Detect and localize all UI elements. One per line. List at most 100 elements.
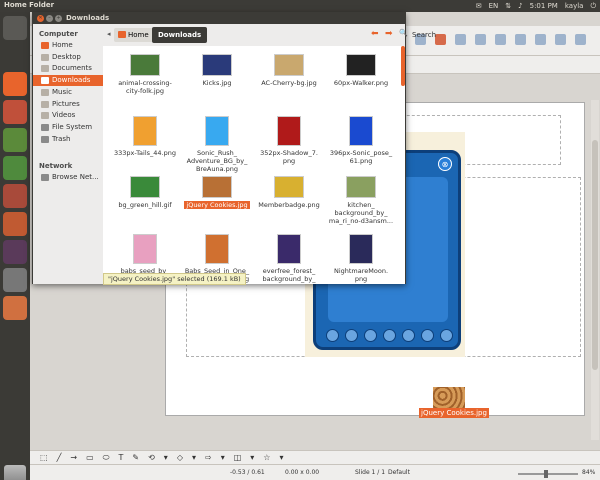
gallery-icon[interactable] — [575, 34, 586, 45]
image-icon[interactable] — [535, 34, 546, 45]
dragged-file-thumbnail[interactable] — [433, 387, 465, 409]
draw-tool-icon[interactable]: ▾ — [192, 453, 196, 462]
network-indicator-icon[interactable]: ⇅ — [505, 2, 511, 10]
file-name: everfree_forest_ background_by_ somepony… — [253, 267, 325, 284]
sidebar-item-music[interactable]: Music — [33, 87, 103, 98]
vertical-scrollbar[interactable] — [591, 100, 599, 440]
guide-icon[interactable] — [475, 34, 486, 45]
sidebar-item-file-system[interactable]: File System — [33, 122, 103, 133]
draw-tool-icon[interactable]: ✎ — [132, 453, 139, 462]
files-app-icon[interactable] — [3, 72, 27, 96]
icon-view-scrollbar[interactable] — [401, 46, 405, 86]
forward-arrow-icon[interactable]: ➡ — [385, 29, 393, 39]
sidebar-item-desktop[interactable]: Desktop — [33, 52, 103, 63]
chart-icon[interactable] — [515, 34, 526, 45]
path-button-downloads[interactable]: Downloads — [152, 27, 208, 43]
volume-indicator-icon[interactable]: ♪ — [518, 2, 522, 10]
impress-icon[interactable] — [3, 184, 27, 208]
sidebar-item-downloads[interactable]: Downloads — [33, 75, 103, 87]
draw-tool-icon[interactable]: ⬭ — [103, 453, 110, 463]
file-thumbnail — [349, 234, 373, 264]
sidebar-item-label: Music — [52, 87, 72, 96]
fontwork-icon[interactable] — [555, 34, 566, 45]
file-name-text: Memberbadge.png — [258, 201, 320, 209]
draw-tool-icon[interactable]: ⇨ — [205, 453, 212, 462]
user-name[interactable]: kayla — [565, 2, 584, 10]
back-arrow-icon[interactable]: ⬅ — [371, 29, 379, 39]
draw-tool-icon[interactable]: ⟲ — [148, 453, 155, 462]
scrollbar-thumb[interactable] — [592, 140, 598, 370]
file-item[interactable]: bg_green_hill.gif — [109, 176, 181, 209]
draw-tool-icon[interactable]: ▾ — [279, 453, 283, 462]
indicator-area: ✉ EN ⇅ ♪ 5:01 PM kayla ⏻ — [476, 0, 596, 12]
sidebar-item-browse-network[interactable]: Browse Net... — [33, 172, 103, 183]
window-titlebar[interactable]: ✕ – + Downloads — [33, 13, 405, 24]
file-item[interactable]: animal-crossing- city-folk.jpg — [109, 54, 181, 95]
draw-tool-icon[interactable]: ╱ — [57, 453, 62, 462]
file-item[interactable]: 352px-Shadow_7. png — [253, 116, 325, 165]
top-panel: Home Folder ✉ EN ⇅ ♪ 5:01 PM kayla ⏻ — [0, 0, 600, 12]
clock[interactable]: 5:01 PM — [530, 2, 558, 10]
settings-icon[interactable] — [3, 268, 27, 292]
table-icon[interactable] — [495, 34, 506, 45]
search-icon[interactable]: 🔍 — [399, 29, 408, 37]
file-item[interactable]: everfree_forest_ background_by_ somepony… — [253, 234, 325, 284]
draw-tool-icon[interactable]: ◇ — [177, 453, 183, 462]
file-item[interactable]: Memberbadge.png — [253, 176, 325, 209]
draw-tool-icon[interactable]: T — [119, 453, 124, 462]
file-item[interactable]: Sonic_Rush_ Adventure_BG_by_ BreAuna.png — [181, 116, 253, 173]
dash-home-icon[interactable] — [3, 16, 27, 40]
file-item[interactable]: 60px-Walker.png — [325, 54, 397, 87]
minimize-window-button[interactable]: – — [46, 15, 53, 22]
path-button-home[interactable]: Home — [114, 28, 154, 42]
hard-drive-icon — [41, 123, 49, 131]
sidebar-item-home[interactable]: Home — [33, 40, 103, 51]
sidebar-item-trash[interactable]: Trash — [33, 134, 103, 145]
draw-tool-icon[interactable]: ▾ — [164, 453, 168, 462]
trash-launcher-icon[interactable] — [4, 465, 26, 480]
file-icon-view[interactable]: animal-crossing- city-folk.jpg Kicks.jpg A… — [103, 46, 405, 284]
grid-icon[interactable] — [455, 34, 466, 45]
status-bar: -0.53 / 0.61 0.00 x 0.00 Slide 1 / 1 Def… — [30, 464, 600, 480]
sidebar-item-label: Desktop — [52, 52, 81, 61]
mail-indicator-icon[interactable]: ✉ — [476, 2, 482, 10]
file-thumbnail — [277, 116, 301, 146]
sidebar-item-documents[interactable]: Documents — [33, 63, 103, 74]
zoom-level[interactable]: 84% — [582, 469, 595, 476]
maximize-window-button[interactable]: + — [55, 15, 62, 22]
keyboard-layout[interactable]: EN — [489, 2, 499, 10]
draw-tool-icon[interactable]: ▭ — [86, 453, 94, 462]
firefox-icon[interactable] — [3, 100, 27, 124]
search-button-label[interactable]: Search — [412, 31, 436, 39]
file-item[interactable]: jQuery Cookies.jpg — [181, 176, 253, 209]
power-icon[interactable]: ⏻ — [590, 2, 596, 11]
calc-icon[interactable] — [3, 156, 27, 180]
draw-tool-icon[interactable]: ◫ — [234, 453, 242, 462]
writer-icon[interactable] — [3, 128, 27, 152]
file-item[interactable]: Kicks.jpg — [181, 54, 253, 87]
ubuntu-one-icon[interactable] — [3, 240, 27, 264]
path-scroll-left-icon[interactable]: ◂ — [107, 30, 111, 38]
draw-tool-icon[interactable]: → — [70, 453, 77, 462]
folder-icon — [41, 65, 49, 73]
draw-app-icon[interactable] — [3, 296, 27, 320]
file-thumbnail — [133, 116, 157, 146]
file-item[interactable]: 333px-Tails_44.png — [109, 116, 181, 157]
file-item[interactable]: AC-Cherry-bg.jpg — [253, 54, 325, 87]
file-item[interactable]: 396px-Sonic_pose_ 61.png — [325, 116, 397, 165]
file-item[interactable]: NightmareMoon. png — [325, 234, 397, 283]
cursor-position: -0.53 / 0.61 — [230, 469, 265, 476]
file-item[interactable]: kitchen_ background_by_ ma_ri_no-d3ansm.… — [325, 176, 397, 225]
software-center-icon[interactable] — [3, 212, 27, 236]
zoom-slider-knob[interactable] — [544, 470, 548, 478]
draw-tool-icon[interactable]: ☆ — [263, 453, 270, 462]
zoom-slider[interactable] — [518, 473, 578, 475]
close-window-button[interactable]: ✕ — [37, 15, 44, 22]
help-icon[interactable] — [435, 34, 446, 45]
sidebar-item-videos[interactable]: Videos — [33, 110, 103, 121]
draw-tool-icon[interactable]: ▾ — [250, 453, 254, 462]
cartoon-button — [440, 329, 453, 342]
sidebar-item-pictures[interactable]: Pictures — [33, 99, 103, 110]
draw-tool-icon[interactable]: ⬚ — [40, 453, 48, 462]
draw-tool-icon[interactable]: ▾ — [221, 453, 225, 462]
